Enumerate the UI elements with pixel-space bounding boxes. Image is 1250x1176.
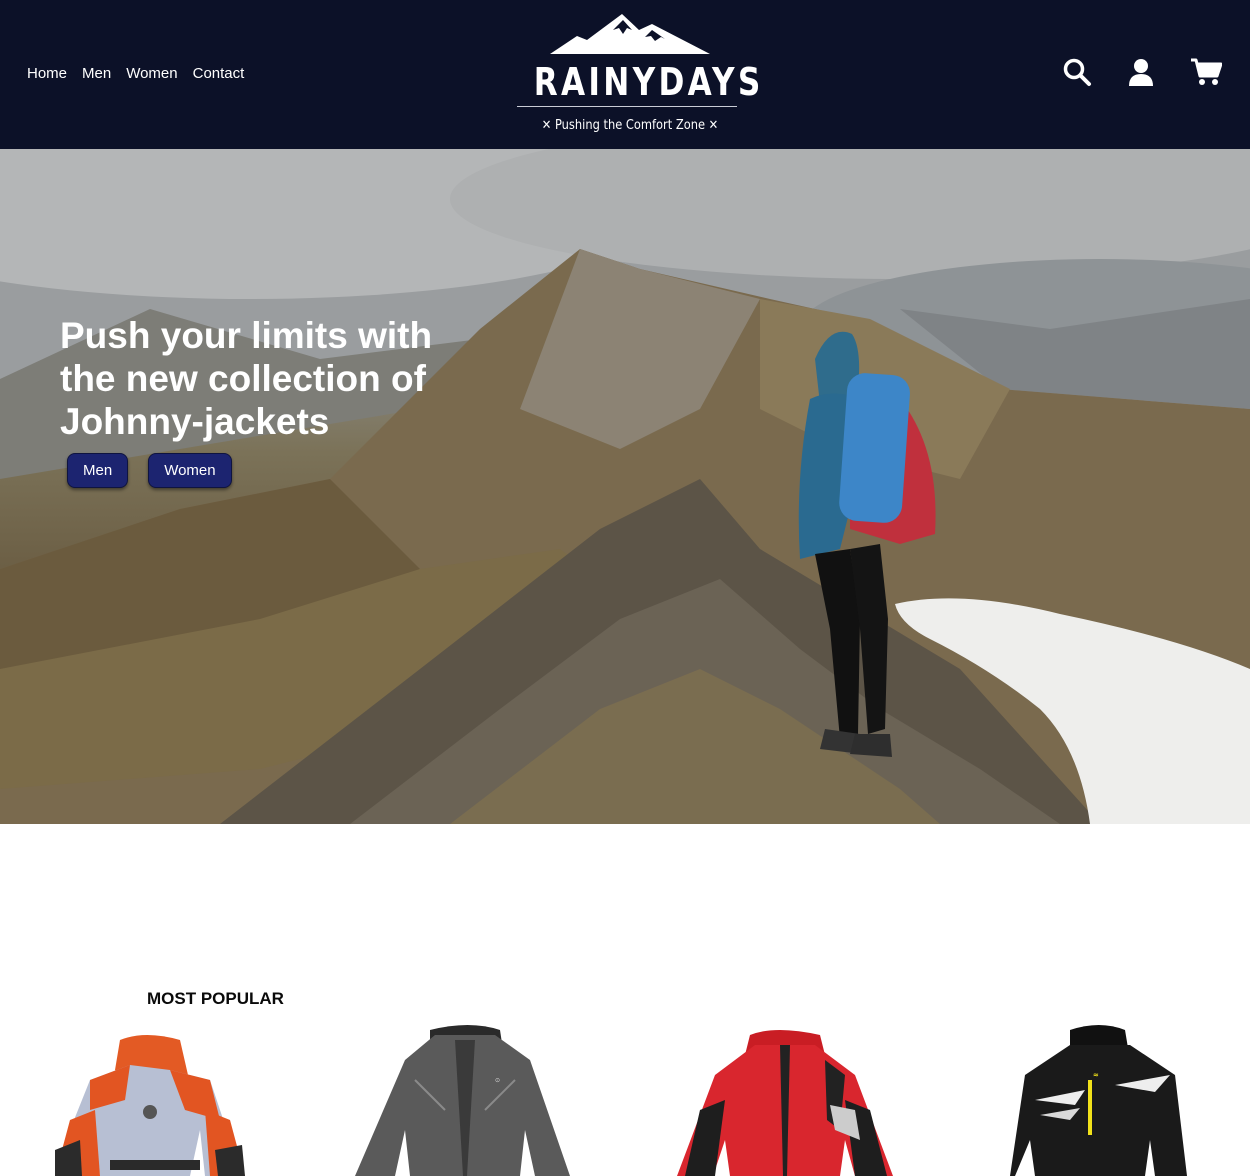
- product-card-black-jacket[interactable]: ≈: [975, 1020, 1235, 1176]
- search-icon[interactable]: [1062, 57, 1092, 87]
- user-icon[interactable]: [1126, 57, 1156, 87]
- hero-men-button[interactable]: Men: [67, 453, 129, 488]
- brand-mark: ≈: [1093, 1071, 1099, 1079]
- product-image-orange-grey-jacket: [55, 1035, 245, 1176]
- hero-women-button[interactable]: Women: [148, 453, 232, 488]
- hero-banner: Push your limits with the new collection…: [0, 149, 1250, 824]
- cart-icon[interactable]: [1190, 57, 1222, 87]
- product-image-red-jacket: [677, 1030, 893, 1176]
- product-card-grey-jacket[interactable]: ⊙: [335, 1020, 595, 1176]
- product-image-black-jacket: ≈: [1010, 1025, 1187, 1176]
- logo-tagline: ✕ Pushing the Comfort Zone ✕: [541, 118, 719, 133]
- nav-home-link[interactable]: Home: [27, 65, 67, 82]
- hero-buttons: Men Women: [67, 453, 232, 488]
- nav-men-link[interactable]: Men: [82, 65, 111, 82]
- site-header: Home Men Women Contact RAINYDAYS ✕ Pushi…: [0, 0, 1250, 149]
- brand-mark: ⊙: [495, 1077, 500, 1084]
- section-title-most-popular: MOST POPULAR: [147, 989, 284, 1008]
- mountain-logo-icon: [550, 14, 710, 54]
- product-card-orange-grey-jacket[interactable]: [20, 1020, 280, 1176]
- logo-wordmark: RAINYDAYS: [533, 60, 764, 104]
- product-card-red-jacket[interactable]: [655, 1020, 915, 1176]
- nav-women-link[interactable]: Women: [126, 65, 177, 82]
- hero-title: Push your limits with the new collection…: [60, 315, 433, 442]
- main-nav: Home Men Women Contact: [27, 65, 259, 82]
- logo-divider: [517, 106, 737, 107]
- site-logo[interactable]: RAINYDAYS ✕ Pushing the Comfort Zone ✕: [505, 10, 764, 140]
- product-image-grey-jacket: ⊙: [355, 1025, 570, 1176]
- header-icons: [1062, 57, 1222, 87]
- nav-contact-link[interactable]: Contact: [193, 65, 245, 82]
